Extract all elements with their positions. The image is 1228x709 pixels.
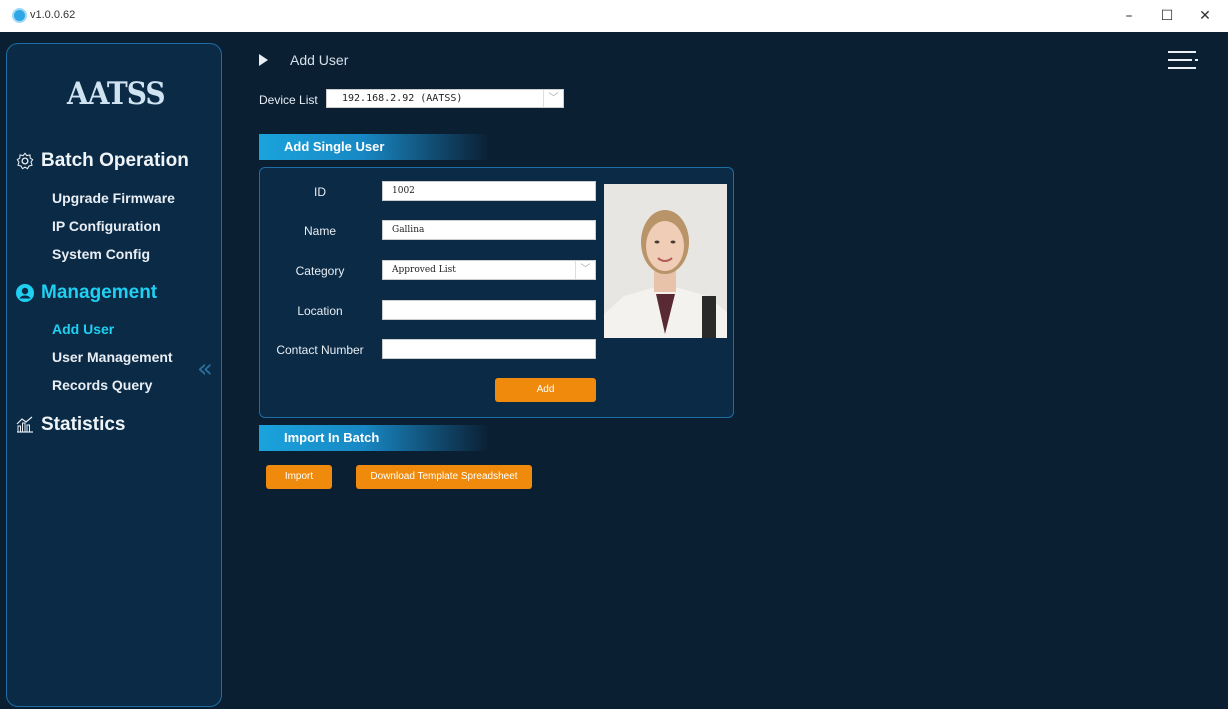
id-label: ID — [314, 185, 326, 199]
device-select[interactable]: 192.168.2.92 (AATSS) ﹀ — [326, 89, 564, 108]
menu-icon[interactable] — [1168, 48, 1200, 72]
section-label: Management — [41, 282, 158, 303]
maximize-icon[interactable]: ☐ — [1152, 6, 1182, 26]
location-field[interactable] — [382, 300, 596, 320]
category-select[interactable]: Approved List ﹀ — [382, 260, 596, 280]
section-statistics[interactable]: Statistics — [15, 414, 125, 436]
section-batch-operation[interactable]: Batch Operation — [15, 150, 189, 172]
contact-number-field[interactable] — [382, 339, 596, 359]
nav-records-query[interactable]: Records Query — [52, 377, 152, 393]
close-icon[interactable]: ✕ — [1190, 6, 1220, 26]
user-photo[interactable] — [604, 184, 727, 338]
import-in-batch-header: Import In Batch — [259, 425, 489, 451]
chart-icon — [15, 415, 35, 435]
nav-upgrade-firmware[interactable]: Upgrade Firmware — [52, 190, 175, 206]
breadcrumb: Add User — [290, 52, 349, 68]
logo: AATSS — [67, 75, 166, 112]
section-label: Batch Operation — [41, 150, 189, 171]
window-titlebar: v1.0.0.62 – ☐ ✕ — [0, 0, 1228, 32]
nav-add-user[interactable]: Add User — [52, 321, 114, 337]
nav-ip-configuration[interactable]: IP Configuration — [52, 218, 161, 234]
minimize-icon[interactable]: – — [1114, 6, 1144, 26]
user-icon — [15, 283, 35, 303]
app-version: v1.0.0.62 — [30, 9, 76, 21]
chevron-down-icon[interactable]: ﹀ — [543, 90, 563, 107]
collapse-sidebar-icon[interactable]: « — [197, 354, 213, 384]
device-select-value: 192.168.2.92 (AATSS) — [342, 93, 463, 104]
add-button[interactable]: Add — [495, 378, 596, 402]
app-icon — [12, 8, 27, 23]
name-field[interactable]: Gallina — [382, 220, 596, 240]
id-field[interactable]: 1002 — [382, 181, 596, 201]
category-value: Approved List — [392, 265, 456, 275]
category-label: Category — [295, 264, 345, 278]
sidebar: AATSS Batch Operation Upgrade Firmware I… — [6, 43, 222, 707]
download-template-button[interactable]: Download Template Spreadsheet — [356, 465, 532, 489]
add-single-user-header: Add Single User — [259, 134, 489, 160]
import-button[interactable]: Import — [266, 465, 332, 489]
section-management[interactable]: Management — [15, 282, 157, 304]
device-list-label: Device List — [259, 93, 318, 107]
breadcrumb-arrow-icon — [259, 54, 268, 66]
add-single-user-panel: ID 1002 Name Gallina Category Approved L… — [259, 167, 734, 418]
section-label: Statistics — [41, 414, 126, 435]
contact-number-label: Contact Number — [276, 343, 364, 357]
location-label: Location — [297, 304, 343, 318]
chevron-down-icon[interactable]: ﹀ — [575, 261, 595, 279]
name-label: Name — [303, 224, 336, 238]
id-value: 1002 — [392, 186, 415, 196]
nav-user-management[interactable]: User Management — [52, 349, 173, 365]
gear-icon — [15, 151, 35, 171]
nav-system-config[interactable]: System Config — [52, 246, 150, 262]
name-value: Gallina — [392, 225, 425, 235]
